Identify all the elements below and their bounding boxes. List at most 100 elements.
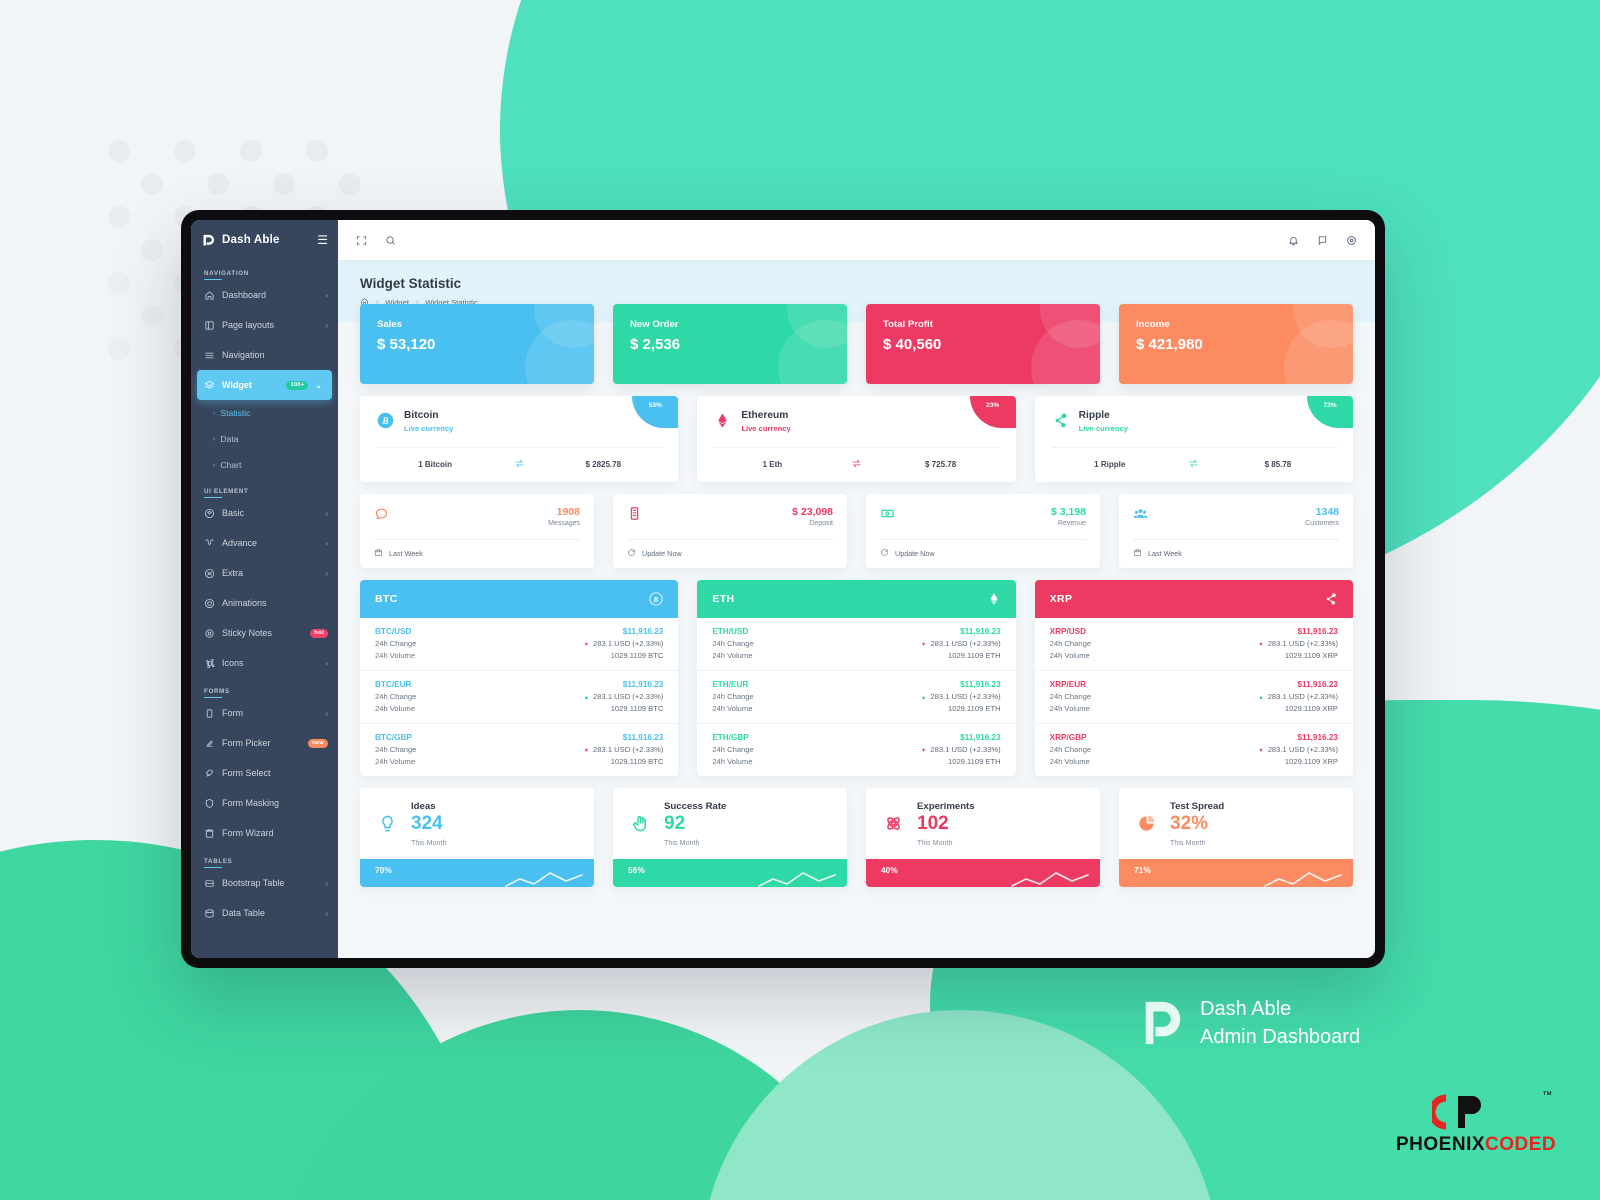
sidebar-item-label: Advance	[222, 538, 258, 548]
sidebar-subitem-statistic[interactable]: › Statistic	[191, 400, 338, 426]
sidebar-item-bootstrap-table[interactable]: Bootstrap Table ›	[191, 868, 338, 898]
table-row[interactable]: BTC/USD $11,916.23 24h Change ▼ 283.1 USD (+…	[360, 618, 679, 671]
widget-card-percent: 56%	[628, 864, 645, 875]
sidebar-item-sticky-notes[interactable]: Sticky Notes hot	[191, 618, 338, 648]
exchange-icon[interactable]	[494, 458, 544, 471]
sidebar-item-label: Widget	[222, 380, 252, 390]
app-screen: Dash Able ☰ NAVIGATION Dashboard › Page lay…	[191, 220, 1375, 958]
mini-card-customers[interactable]: 1348 Customers Last Week	[1119, 494, 1353, 568]
sidebar-toggle-icon[interactable]: ☰	[317, 234, 328, 246]
sidebar-item-advance[interactable]: Advance ›	[191, 528, 338, 558]
bell-icon[interactable]	[1288, 235, 1299, 246]
stat-card-sales[interactable]: Sales $ 53,120	[360, 304, 594, 384]
live-card-price: $ 85.78	[1264, 460, 1292, 469]
sidebar-item-form[interactable]: Form ›	[191, 698, 338, 728]
sidebar-item-widget[interactable]: Widget 100+ ⌄	[197, 370, 332, 400]
table-row[interactable]: XRP/GBP $11,916.23 24h Change ▼ 283.1 USD (+…	[1035, 724, 1353, 776]
crypto-volume-value: 1029.1109 BTC	[610, 650, 664, 660]
search-icon[interactable]	[385, 235, 396, 246]
live-card-bitcoin[interactable]: 53% B Bitcoin Live currency 1 Bitcoin $ 2825.…	[360, 396, 679, 482]
sidebar-item-form-picker[interactable]: Form Picker new	[191, 728, 338, 758]
crypto-volume-label: 24h Volume	[375, 703, 416, 713]
table-row[interactable]: ETH/USD $11,916.23 24h Change ▼ 283.1 USD (+…	[697, 618, 1016, 671]
sidebar-item-label: Extra	[222, 568, 244, 578]
sidebar-item-navigation[interactable]: Navigation	[191, 340, 338, 370]
crypto-pair-price: $11,916.23	[1297, 627, 1338, 636]
table-row[interactable]: XRP/USD $11,916.23 24h Change ▼ 283.1 USD (+…	[1034, 618, 1353, 671]
footer-brand-line1: Dash Able	[1200, 998, 1292, 1020]
crypto-pair-price: $11,916.23	[622, 679, 664, 689]
message-icon[interactable]	[1317, 235, 1328, 246]
table-row[interactable]: XRP/EUR $11,916.23 24h Change ▲ 283.1 USD (+…	[1034, 671, 1353, 724]
sidebar-item-icons[interactable]: Icons ›	[191, 648, 338, 678]
sidebar-item-label: Data Table	[222, 908, 265, 918]
sidebar-subitem-label: Chart	[220, 460, 242, 470]
crypto-table-symbol: BTC	[375, 593, 398, 605]
settings-icon[interactable]	[1346, 235, 1357, 246]
sidebar-item-dashboard[interactable]: Dashboard ›	[191, 280, 338, 310]
table-row[interactable]: ETH/GBP $11,916.23 24h Change ▼ 283.1 USD (+…	[697, 724, 1015, 776]
widget-card-percent: 71%	[1134, 864, 1151, 875]
widget-card-test-spread[interactable]: Test Spread 32% This Month 71%	[1119, 787, 1353, 887]
widget-card-experiments[interactable]: Experiments 102 This Month 40%	[866, 787, 1100, 887]
calendar-icon	[1133, 548, 1142, 559]
sidebar-subitem-chart[interactable]: › Chart	[191, 452, 338, 478]
table-row[interactable]: BTC/EUR $11,916.23 24h Change ▲ 283.1 USD (+…	[360, 671, 679, 724]
crypto-volume-value: 1029.1109 ETH	[948, 650, 1001, 660]
command-icon	[204, 658, 215, 669]
stat-card-income[interactable]: Income $ 421,980	[1119, 304, 1353, 384]
live-card-price: $ 2825.78	[585, 460, 622, 469]
exchange-icon[interactable]	[832, 458, 882, 471]
widget-card-success-rate[interactable]: Success Rate 92 This Month 56%	[613, 787, 847, 887]
live-card-ethereum[interactable]: 23% Ethereum Live currency 1 Eth $ 725.78	[697, 396, 1016, 482]
crypto-pair-label: ETH/GBP	[712, 732, 749, 742]
layout-icon	[204, 320, 215, 331]
sidebar-item-data-table[interactable]: Data Table ›	[191, 898, 338, 928]
footer-brand-line2: Admin Dashboard	[1200, 1026, 1361, 1048]
mini-card-footer-label[interactable]: Last Week	[389, 549, 423, 558]
footer-brand: Dash Able Admin Dashboard	[1140, 995, 1360, 1051]
mini-card-revenue[interactable]: $ 3,198 Revenue Update Now	[866, 494, 1100, 568]
crypto-table-symbol: ETH	[712, 593, 735, 605]
sidebar-item-badge: hot	[310, 628, 328, 638]
building-icon	[627, 506, 647, 521]
stat-card-value: $ 53,120	[377, 336, 436, 353]
crypto-pair-price: $11,916.23	[1297, 732, 1338, 742]
arrow-down-icon: ▼	[583, 641, 590, 648]
mini-card-footer-label[interactable]: Last Week	[1148, 549, 1182, 558]
sidebar-item-extra[interactable]: Extra ›	[191, 558, 338, 588]
pen-icon	[204, 738, 215, 749]
widget-card-ideas[interactable]: Ideas 324 This Month 70%	[360, 787, 594, 887]
chevron-icon: ⌄	[315, 380, 322, 390]
crypto-volume-value: 1029.1109 BTC	[610, 756, 664, 766]
sidebar-item-basic[interactable]: Basic ›	[191, 498, 338, 528]
mini-card-messages[interactable]: 1908 Messages Last Week	[360, 494, 594, 568]
crypto-volume-value: 1029.1109 BTC	[610, 703, 664, 713]
mini-card-footer-label[interactable]: Update Now	[642, 549, 682, 558]
table-row[interactable]: BTC/GBP $11,916.23 24h Change ▼ 283.1 USD (+…	[360, 724, 678, 776]
sidebar-brand[interactable]: Dash Able ☰	[191, 220, 338, 260]
sidebar-subitem-label: Data	[220, 434, 239, 444]
fullscreen-icon[interactable]	[356, 235, 367, 246]
mini-card-deposit[interactable]: $ 23,098 Deposit Update Now	[613, 494, 847, 568]
crypto-change-value: 283.1 USD (+2.33%)	[930, 691, 1001, 701]
sidebar-item-page-layouts[interactable]: Page layouts ›	[191, 310, 338, 340]
widget-card-title: Test Spread	[1170, 800, 1225, 812]
phoenixcoded-mark-icon: ™	[1396, 1090, 1556, 1132]
crypto-change-value: 283.1 USD (+2.33%)	[930, 638, 1001, 648]
sidebar-item-form-masking[interactable]: Form Masking	[191, 788, 338, 818]
crypto-pair-label: ETH/EUR	[712, 679, 749, 689]
exchange-icon[interactable]	[1169, 458, 1219, 471]
sidebar-item-form-wizard[interactable]: Form Wizard	[191, 818, 338, 848]
stat-card-total-profit[interactable]: Total Profit $ 40,560	[866, 304, 1100, 384]
stat-card-new-order[interactable]: New Order $ 2,536	[613, 304, 847, 384]
sidebar-item-form-select[interactable]: Form Select	[191, 758, 338, 788]
mini-card-footer-label[interactable]: Update Now	[895, 549, 935, 558]
sidebar-subitem-data[interactable]: › Data	[191, 426, 338, 452]
live-card-ripple[interactable]: 73% Ripple Live currency 1 Ripple $ 85.78	[1034, 396, 1353, 482]
sidebar-item-animations[interactable]: Animations	[191, 588, 338, 618]
crypto-change-value: 283.1 USD (+2.33%)	[593, 638, 664, 648]
table-row[interactable]: ETH/EUR $11,916.23 24h Change ▲ 283.1 USD (+…	[697, 671, 1016, 724]
home-icon	[204, 290, 215, 301]
live-card-name: Ethereum	[741, 410, 789, 421]
